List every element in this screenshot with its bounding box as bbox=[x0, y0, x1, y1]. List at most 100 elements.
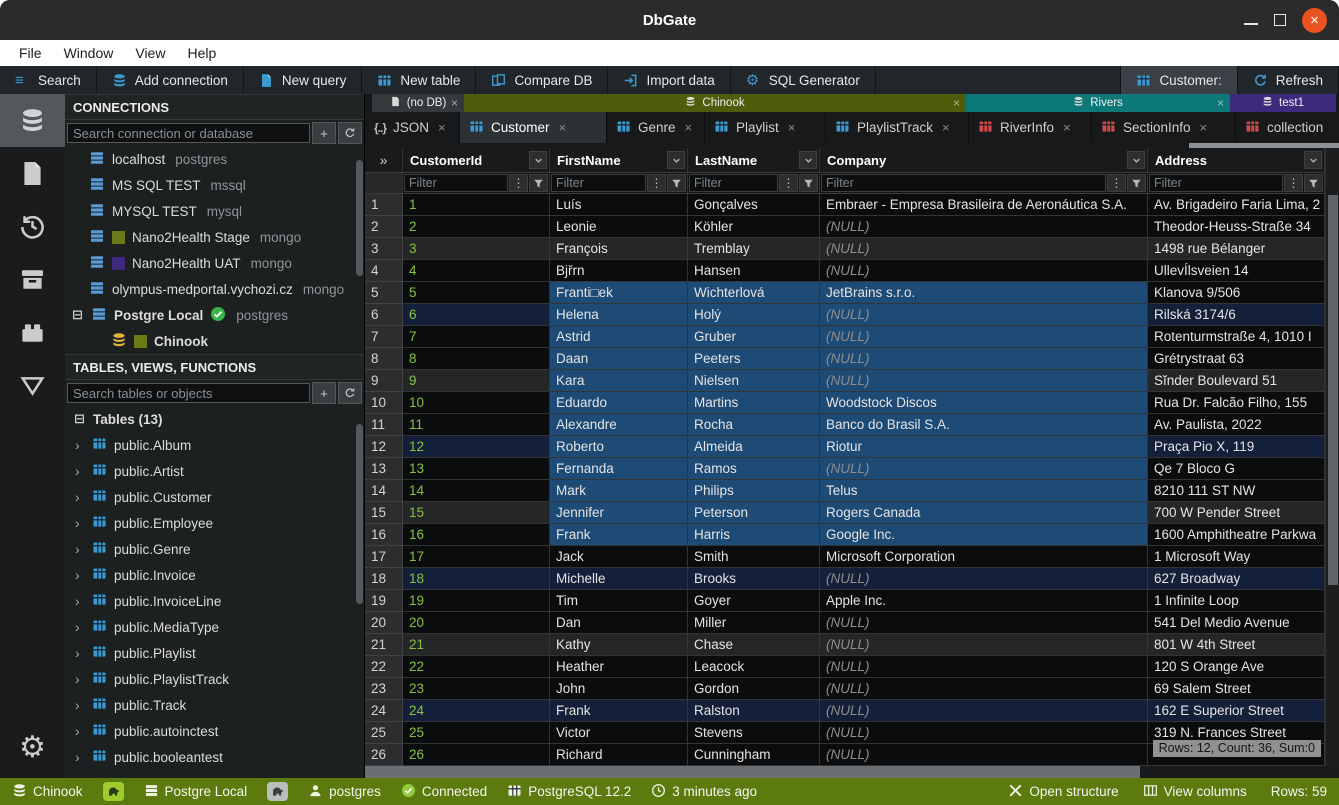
grid-cell[interactable]: 10 bbox=[403, 392, 550, 414]
grid-cell[interactable]: (NULL) bbox=[820, 722, 1148, 744]
row-number[interactable]: 22 bbox=[365, 656, 403, 678]
connection-item[interactable]: Chinook bbox=[65, 328, 364, 354]
grid-cell[interactable]: 1600 Amphitheatre Parkwa bbox=[1148, 524, 1325, 546]
status-item-rows-59[interactable]: Rows: 59 bbox=[1271, 784, 1327, 799]
column-dropdown-button[interactable] bbox=[529, 151, 547, 169]
grid-cell[interactable]: Michelle bbox=[550, 568, 688, 590]
grid-cell[interactable]: 19 bbox=[403, 590, 550, 612]
connections-search-input[interactable] bbox=[67, 123, 310, 143]
new-table-button[interactable]: New table bbox=[362, 66, 476, 94]
column-header-firstname[interactable]: FirstName bbox=[550, 148, 688, 173]
grid-cell[interactable]: Eduardo bbox=[550, 392, 688, 414]
compare-db-button[interactable]: Compare DB bbox=[476, 66, 608, 94]
sql-generator-button[interactable]: ⚙SQL Generator bbox=[731, 66, 876, 94]
grid-cell[interactable]: Praça Pio X, 119 bbox=[1148, 436, 1325, 458]
grid-cell[interactable]: Telus bbox=[820, 480, 1148, 502]
grid-cell[interactable]: 1498 rue Bélanger bbox=[1148, 238, 1325, 260]
grid-cell[interactable]: (NULL) bbox=[820, 634, 1148, 656]
grid-cell[interactable]: Fernanda bbox=[550, 458, 688, 480]
grid-cell[interactable]: Brooks bbox=[688, 568, 820, 590]
grid-cell[interactable]: Rocha bbox=[688, 414, 820, 436]
grid-cell[interactable]: 120 S Orange Ave bbox=[1148, 656, 1325, 678]
column-header-company[interactable]: Company bbox=[820, 148, 1148, 173]
grid-cell[interactable]: Heather bbox=[550, 656, 688, 678]
activity-database-icon[interactable] bbox=[0, 94, 65, 147]
column-dropdown-button[interactable] bbox=[667, 151, 685, 169]
row-number[interactable]: 14 bbox=[365, 480, 403, 502]
grid-cell[interactable]: 11 bbox=[403, 414, 550, 436]
chevron-right-icon[interactable]: › bbox=[75, 697, 85, 713]
grid-cell[interactable]: 1 bbox=[403, 194, 550, 216]
settings-gear-icon[interactable]: ⚙ bbox=[0, 721, 65, 774]
row-number[interactable]: 5 bbox=[365, 282, 403, 304]
refresh-button[interactable]: Refresh bbox=[1238, 66, 1339, 94]
grid-cell[interactable]: 21 bbox=[403, 634, 550, 656]
grid-cell[interactable]: Hansen bbox=[688, 260, 820, 282]
status-item-chinook[interactable]: Chinook bbox=[12, 783, 83, 801]
grid-hscroll-thumb[interactable] bbox=[365, 766, 1140, 778]
chevron-right-icon[interactable]: › bbox=[75, 437, 85, 453]
grid-cell[interactable]: 2 bbox=[403, 216, 550, 238]
column-dropdown-button[interactable] bbox=[1127, 151, 1145, 169]
connection-item[interactable]: MYSQL TESTmysql bbox=[65, 198, 364, 224]
grid-cell[interactable]: 16 bbox=[403, 524, 550, 546]
grid-cell[interactable]: Wichterlová bbox=[688, 282, 820, 304]
add-connection-plus-button[interactable]: + bbox=[312, 122, 336, 144]
close-icon[interactable]: × bbox=[438, 120, 446, 135]
grid-cell[interactable]: Alexandre bbox=[550, 414, 688, 436]
grid-cell[interactable]: Helena bbox=[550, 304, 688, 326]
connections-scrollbar[interactable] bbox=[356, 160, 363, 276]
filter-menu-button[interactable]: ⋮ bbox=[1107, 174, 1126, 192]
row-number[interactable]: 16 bbox=[365, 524, 403, 546]
activity-history-icon[interactable] bbox=[0, 200, 65, 253]
grid-cell[interactable]: 7 bbox=[403, 326, 550, 348]
chevron-right-icon[interactable]: › bbox=[75, 749, 85, 765]
grid-cell[interactable]: 69 Salem Street bbox=[1148, 678, 1325, 700]
table-tree-item[interactable]: ›public.MediaType bbox=[65, 614, 364, 640]
grid-cell[interactable]: 1 Microsoft Way bbox=[1148, 546, 1325, 568]
tab-riverinfo[interactable]: RiverInfo× bbox=[969, 112, 1092, 143]
grid-cell[interactable]: Tim bbox=[550, 590, 688, 612]
grid-cell[interactable]: Qe 7 Bloco G bbox=[1148, 458, 1325, 480]
connection-item[interactable]: MS SQL TESTmssql bbox=[65, 172, 364, 198]
table-tree-item[interactable]: ›public.InvoiceLine bbox=[65, 588, 364, 614]
add-table-plus-button[interactable]: + bbox=[312, 382, 336, 404]
grid-cell[interactable]: John bbox=[550, 678, 688, 700]
grid-cell[interactable]: (NULL) bbox=[820, 216, 1148, 238]
table-tree-item[interactable]: ›public.PlaylistTrack bbox=[65, 666, 364, 692]
grid-cell[interactable]: (NULL) bbox=[820, 678, 1148, 700]
collapse-icon[interactable]: ⊟ bbox=[73, 411, 86, 427]
grid-cell[interactable]: 17 bbox=[403, 546, 550, 568]
grid-cell[interactable]: (NULL) bbox=[820, 304, 1148, 326]
column-header-lastname[interactable]: LastName bbox=[688, 148, 820, 173]
grid-cell[interactable]: Banco do Brasil S.A. bbox=[820, 414, 1148, 436]
grid-cell[interactable]: 26 bbox=[403, 744, 550, 766]
row-number[interactable]: 15 bbox=[365, 502, 403, 524]
status-item-postgresql-12-2[interactable]: PostgreSQL 12.2 bbox=[507, 783, 631, 801]
filter-menu-button[interactable]: ⋮ bbox=[1284, 174, 1303, 192]
grid-cell[interactable]: François bbox=[550, 238, 688, 260]
status-item-3-minutes-ago[interactable]: 3 minutes ago bbox=[651, 783, 757, 801]
status-item-postgres[interactable]: postgres bbox=[308, 783, 381, 801]
filter-funnel-button[interactable] bbox=[529, 174, 548, 192]
grid-cell[interactable]: 627 Broadway bbox=[1148, 568, 1325, 590]
row-number[interactable]: 10 bbox=[365, 392, 403, 414]
chevron-right-icon[interactable]: › bbox=[75, 489, 85, 505]
tab-playlisttrack[interactable]: PlaylistTrack× bbox=[826, 112, 969, 143]
row-number[interactable]: 3 bbox=[365, 238, 403, 260]
grid-cell[interactable]: Roberto bbox=[550, 436, 688, 458]
grid-cell[interactable]: Daan bbox=[550, 348, 688, 370]
grid-cell[interactable]: Nielsen bbox=[688, 370, 820, 392]
maximize-button[interactable] bbox=[1274, 14, 1286, 26]
grid-cell[interactable]: Smith bbox=[688, 546, 820, 568]
tab-sectioninfo[interactable]: SectionInfo× bbox=[1092, 112, 1236, 143]
grid-cell[interactable]: (NULL) bbox=[820, 458, 1148, 480]
status-item-open-structure[interactable]: Open structure bbox=[1008, 783, 1118, 801]
grid-cell[interactable]: (NULL) bbox=[820, 568, 1148, 590]
column-header-customerid[interactable]: CustomerId bbox=[403, 148, 550, 173]
grid-cell[interactable]: Ramos bbox=[688, 458, 820, 480]
grid-cell[interactable]: Miller bbox=[688, 612, 820, 634]
row-number[interactable]: 2 bbox=[365, 216, 403, 238]
menu-window[interactable]: Window bbox=[53, 45, 125, 61]
grid-cell[interactable]: Tremblay bbox=[688, 238, 820, 260]
